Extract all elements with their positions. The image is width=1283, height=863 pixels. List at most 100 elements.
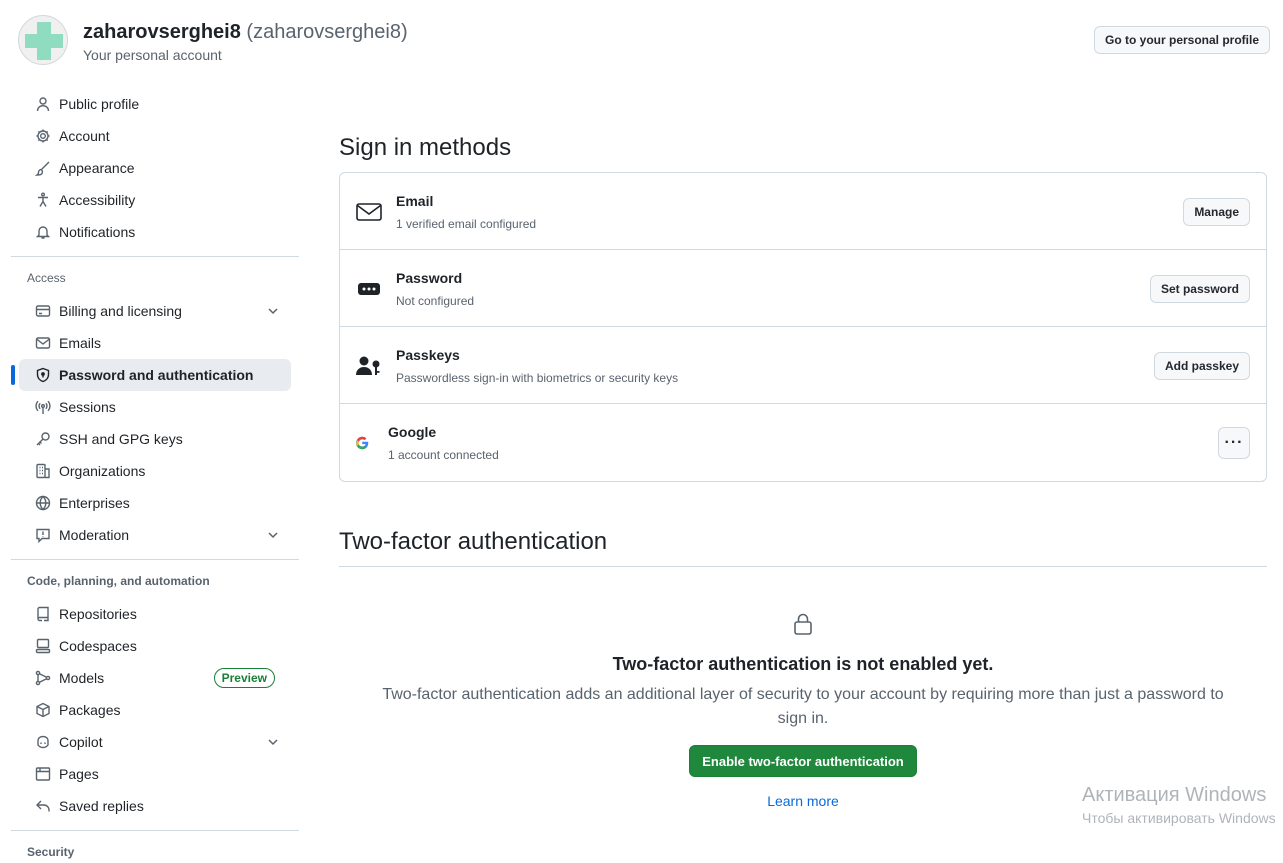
- person-icon: [35, 96, 51, 112]
- sidebar-divider: [11, 559, 299, 560]
- chevron-down-icon[interactable]: [265, 734, 281, 750]
- copilot-icon: [35, 734, 51, 750]
- method-desc: 1 verified email configured: [396, 217, 537, 231]
- sidebar-item-enterprises[interactable]: Enterprises: [19, 487, 291, 519]
- sidebar-item-billing[interactable]: Billing and licensing: [19, 295, 291, 327]
- sidebar-item-notifications[interactable]: Notifications: [19, 216, 291, 248]
- method-desc: Not configured: [396, 294, 475, 308]
- sidebar-divider: [11, 830, 299, 831]
- method-name: Google: [388, 424, 437, 440]
- codespaces-icon: [35, 638, 51, 654]
- sidebar-item-organizations[interactable]: Organizations: [19, 455, 291, 487]
- watermark-line2: Чтобы активировать Windows: [1082, 810, 1276, 826]
- bell-icon: [35, 224, 51, 240]
- sidebar-item-repositories[interactable]: Repositories: [19, 598, 291, 630]
- method-name: Email: [396, 193, 434, 209]
- chevron-down-icon[interactable]: [265, 303, 281, 319]
- add-passkey-button[interactable]: Add passkey: [1153, 352, 1250, 380]
- method-email-row: Email 1 verified email configured Manage: [340, 173, 1266, 250]
- sidebar-item-label: Models: [59, 670, 105, 686]
- go-to-profile-button[interactable]: Go to your personal profile: [1094, 26, 1271, 54]
- method-password-row: Password Not configured Set password: [340, 250, 1266, 327]
- sidebar-item-copilot[interactable]: Copilot: [19, 726, 291, 758]
- sidebar-item-emails[interactable]: Emails: [19, 327, 291, 359]
- sidebar-item-label: Accessibility: [59, 192, 136, 208]
- package-icon: [35, 702, 51, 718]
- sidebar-item-label: Organizations: [59, 463, 146, 479]
- sidebar-item-label: Emails: [59, 335, 102, 351]
- manage-email-button[interactable]: Manage: [1183, 198, 1250, 226]
- sidebar-item-label: SSH and GPG keys: [59, 431, 183, 447]
- method-desc: 1 account connected: [388, 448, 499, 462]
- paintbrush-icon: [35, 160, 51, 176]
- globe-icon: [35, 495, 51, 511]
- key-icon: [35, 431, 51, 447]
- broadcast-icon: [35, 399, 51, 415]
- sidebar-item-label: Copilot: [59, 734, 103, 750]
- report-icon: [35, 527, 51, 543]
- passkey-icon: [356, 356, 380, 375]
- sidebar-item-password-auth[interactable]: Password and authentication: [11, 359, 291, 391]
- google-options-button[interactable]: ···: [1218, 427, 1250, 459]
- sidebar-item-pages[interactable]: Pages: [19, 758, 291, 790]
- sidebar-item-label: Packages: [59, 702, 121, 718]
- sidebar-item-moderation[interactable]: Moderation: [19, 519, 291, 551]
- repo-icon: [35, 606, 51, 622]
- google-icon: [356, 436, 369, 450]
- two-factor-title: Two-factor authentication: [339, 528, 608, 555]
- reply-icon: [35, 798, 51, 814]
- method-desc: Passwordless sign-in with biometrics or …: [396, 371, 679, 385]
- sidebar-group-access: Access: [27, 271, 66, 285]
- method-name: Passkeys: [396, 347, 460, 363]
- settings-page: zaharovserghei8 (zaharovserghei8) Your p…: [0, 0, 1283, 863]
- signin-methods-box: Email 1 verified email configured Manage…: [339, 172, 1267, 482]
- sidebar-item-label: Notifications: [59, 224, 136, 240]
- account-handle: (zaharovserghei8): [246, 21, 408, 43]
- sidebar-item-public-profile[interactable]: Public profile: [19, 88, 291, 120]
- sidebar-item-codespaces[interactable]: Codespaces: [19, 630, 291, 662]
- two-factor-blankslate: Two-factor authentication is not enabled…: [339, 612, 1267, 809]
- sidebar-item-ssh-gpg[interactable]: SSH and GPG keys: [19, 423, 291, 455]
- account-login[interactable]: zaharovserghei8: [83, 21, 241, 43]
- sidebar-item-label: Billing and licensing: [59, 303, 182, 319]
- sidebar-item-saved-replies[interactable]: Saved replies: [19, 790, 291, 822]
- sidebar-item-account[interactable]: Account: [19, 120, 291, 152]
- method-passkeys-row: Passkeys Passwordless sign-in with biome…: [340, 327, 1266, 404]
- shield-lock-icon: [35, 367, 51, 383]
- sidebar-item-models[interactable]: Models Preview: [19, 662, 291, 694]
- windows-activation-watermark: Активация Windows Чтобы активировать Win…: [1082, 784, 1276, 826]
- password-icon: [358, 283, 380, 295]
- gear-icon: [35, 128, 51, 144]
- enable-2fa-button[interactable]: Enable two-factor authentication: [689, 745, 917, 777]
- sidebar-item-label: Sessions: [59, 399, 116, 415]
- account-header-text: zaharovserghei8 (zaharovserghei8) Your p…: [83, 21, 408, 63]
- method-name: Password: [396, 270, 463, 286]
- mail-icon: [356, 203, 382, 221]
- sidebar-item-label: Enterprises: [59, 495, 130, 511]
- organization-icon: [35, 463, 51, 479]
- two-factor-heading: Two-factor authentication is not enabled…: [612, 654, 994, 674]
- chevron-down-icon[interactable]: [265, 527, 281, 543]
- two-factor-divider: [339, 566, 1267, 567]
- sidebar-group-security: Security: [27, 845, 75, 859]
- method-google-row: Google 1 account connected ···: [340, 404, 1266, 481]
- sidebar-divider: [11, 256, 299, 257]
- avatar[interactable]: [18, 15, 68, 65]
- mail-icon: [35, 335, 51, 351]
- account-name: zaharovserghei8 (zaharovserghei8): [83, 21, 408, 43]
- sidebar-item-sessions[interactable]: Sessions: [19, 391, 291, 423]
- sidebar-item-label: Appearance: [59, 160, 135, 176]
- sidebar-item-packages[interactable]: Packages: [19, 694, 291, 726]
- lock-icon: [794, 613, 812, 635]
- sidebar-item-label: Moderation: [59, 527, 130, 543]
- two-factor-description: Two-factor authentication adds an additi…: [382, 686, 1224, 727]
- watermark-line1: Активация Windows: [1082, 784, 1267, 806]
- sidebar-item-appearance[interactable]: Appearance: [19, 152, 291, 184]
- accessibility-icon: [35, 192, 51, 208]
- sidebar-item-label: Password and authentication: [59, 367, 254, 383]
- sidebar-item-accessibility[interactable]: Accessibility: [19, 184, 291, 216]
- settings-sidebar: Public profile Account Appearance Access…: [11, 88, 299, 863]
- signin-methods-title: Sign in methods: [339, 134, 512, 161]
- set-password-button[interactable]: Set password: [1149, 275, 1250, 303]
- sidebar-item-label: Repositories: [59, 606, 137, 622]
